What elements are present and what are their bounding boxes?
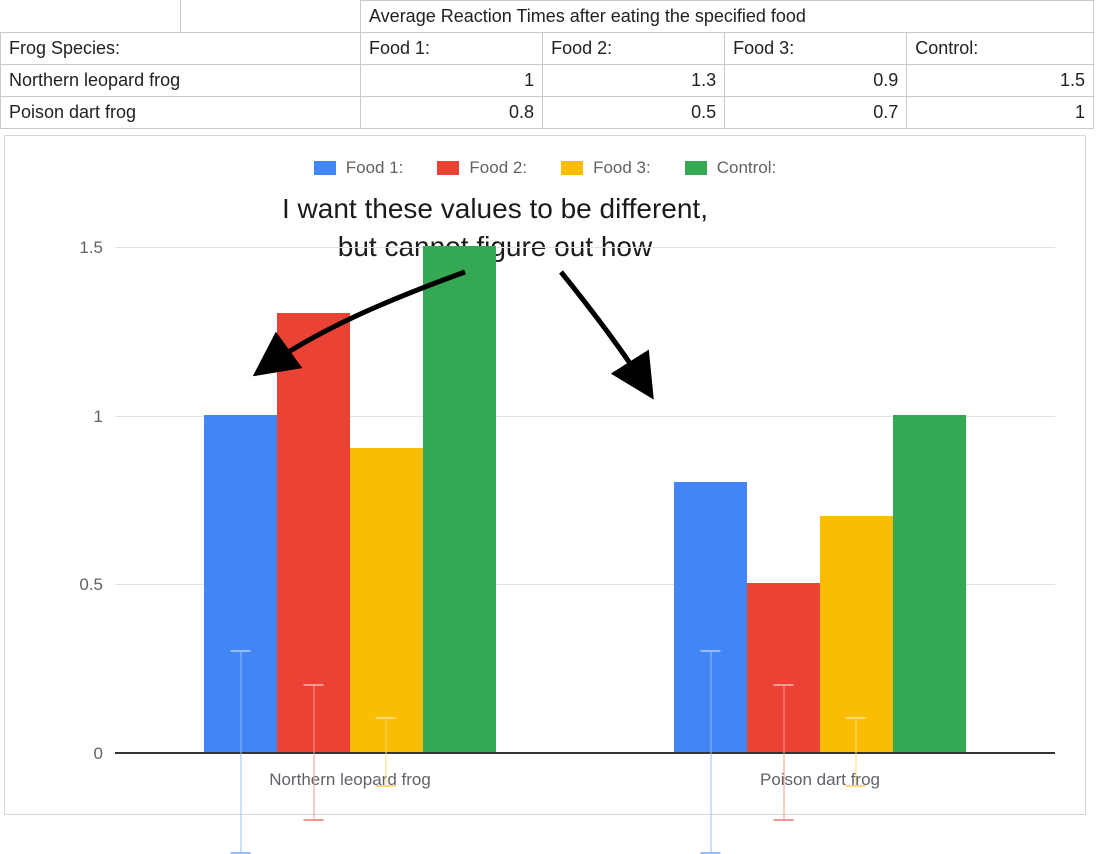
error-bar — [710, 651, 711, 854]
error-bar — [240, 651, 241, 854]
chart-bar — [350, 448, 423, 752]
value-cell[interactable]: 0.5 — [543, 97, 725, 129]
col-header-food3[interactable]: Food 3: — [725, 33, 907, 65]
table-row: Average Reaction Times after eating the … — [1, 1, 1094, 33]
value-cell[interactable]: 0.9 — [725, 65, 907, 97]
value-cell[interactable]: 1.3 — [543, 65, 725, 97]
chart-bar — [423, 246, 496, 752]
value-cell[interactable]: 1 — [361, 65, 543, 97]
legend-item-food2: Food 2: — [437, 158, 527, 178]
y-tick-label: 1.5 — [43, 238, 103, 258]
table-cell[interactable] — [1, 1, 181, 33]
chart-bar — [674, 482, 747, 752]
legend-swatch — [561, 161, 583, 175]
col-header-control[interactable]: Control: — [907, 33, 1094, 65]
legend-swatch — [314, 161, 336, 175]
chart-plot-area: 0 0.5 1 1.5 Northern leopard frog Poison… — [115, 214, 1055, 754]
table-row: Poison dart frog 0.8 0.5 0.7 1 — [1, 97, 1094, 129]
legend-label: Control: — [717, 158, 777, 178]
table-row: Frog Species: Food 1: Food 2: Food 3: Co… — [1, 33, 1094, 65]
species-cell[interactable]: Poison dart frog — [1, 97, 361, 129]
col-header-food2[interactable]: Food 2: — [543, 33, 725, 65]
legend-item-food1: Food 1: — [314, 158, 404, 178]
x-category-label: Northern leopard frog — [200, 770, 500, 790]
value-cell[interactable]: 0.8 — [361, 97, 543, 129]
table-row: Northern leopard frog 1 1.3 0.9 1.5 — [1, 65, 1094, 97]
data-table: Average Reaction Times after eating the … — [0, 0, 1094, 129]
legend-label: Food 3: — [593, 158, 651, 178]
chart-bar — [893, 415, 966, 753]
species-cell[interactable]: Northern leopard frog — [1, 65, 361, 97]
error-bar — [856, 718, 857, 786]
gridline — [115, 247, 1055, 248]
x-axis-line — [115, 752, 1055, 754]
value-cell[interactable]: 1.5 — [907, 65, 1094, 97]
legend-swatch — [437, 161, 459, 175]
chart-container[interactable]: Food 1: Food 2: Food 3: Control: I want … — [4, 135, 1086, 815]
legend-item-food3: Food 3: — [561, 158, 651, 178]
x-category-label: Poison dart frog — [670, 770, 970, 790]
chart-legend: Food 1: Food 2: Food 3: Control: — [5, 158, 1085, 178]
error-bar — [386, 718, 387, 786]
value-cell[interactable]: 1 — [907, 97, 1094, 129]
legend-item-control: Control: — [685, 158, 777, 178]
table-cell[interactable] — [181, 1, 361, 33]
col-header-food1[interactable]: Food 1: — [361, 33, 543, 65]
chart-bar — [747, 583, 820, 752]
y-tick-label: 0.5 — [43, 575, 103, 595]
legend-label: Food 1: — [346, 158, 404, 178]
chart-bar — [277, 313, 350, 752]
error-bar — [313, 685, 314, 820]
col-header-species[interactable]: Frog Species: — [1, 33, 361, 65]
y-tick-label: 0 — [43, 744, 103, 764]
chart-bar — [204, 415, 277, 753]
error-bar — [783, 685, 784, 820]
merged-header-cell[interactable]: Average Reaction Times after eating the … — [361, 1, 1094, 33]
chart-bar — [820, 516, 893, 752]
legend-swatch — [685, 161, 707, 175]
legend-label: Food 2: — [469, 158, 527, 178]
y-tick-label: 1 — [43, 407, 103, 427]
value-cell[interactable]: 0.7 — [725, 97, 907, 129]
